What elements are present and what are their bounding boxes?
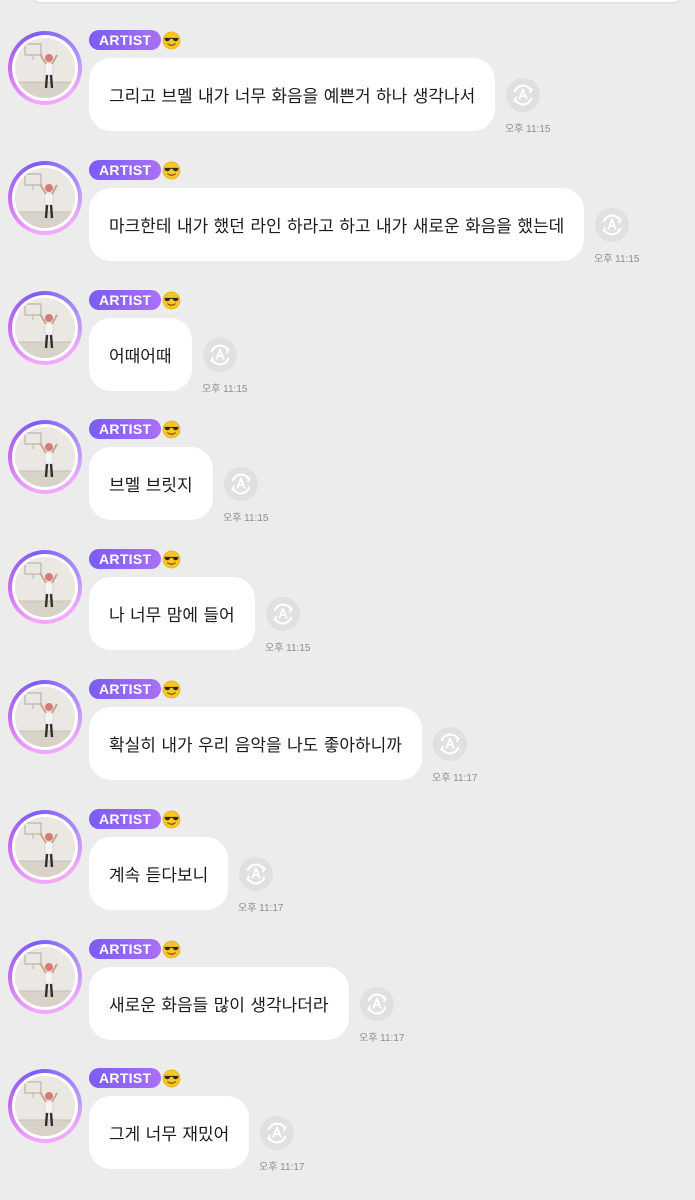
message-bubble: 마크한테 내가 했던 라인 하라고 하고 내가 새로운 화음을 했는데 — [89, 187, 585, 261]
message-text: 어때어때 — [109, 346, 172, 367]
artist-avatar[interactable] — [8, 31, 82, 105]
message-time: 오후 11:17 — [359, 1032, 405, 1044]
artist-avatar[interactable] — [8, 1069, 82, 1144]
message-text: 나 너무 맘에 들어 — [109, 606, 235, 627]
avatar-photo — [15, 816, 75, 877]
artist-badge: ARTIST — [89, 30, 162, 50]
translate-icon[interactable] — [594, 207, 630, 243]
message-bubble: 계속 듣다보니 — [89, 836, 229, 910]
artist-avatar[interactable] — [8, 160, 82, 235]
message-text: 계속 듣다보니 — [109, 865, 209, 886]
avatar-photo — [15, 557, 75, 618]
artist-avatar[interactable] — [8, 550, 82, 625]
message-time: 오후 11:17 — [238, 902, 284, 914]
artist-badge: ARTIST — [89, 419, 162, 440]
message-time: 오후 11:15 — [202, 383, 248, 395]
chat-message: ARTIST 확실히 내가 우리 음악을 나도 좋아하니까 오후 11:17 — [0, 679, 695, 799]
artist-badge: ARTIST — [89, 1068, 162, 1089]
translate-icon[interactable] — [505, 77, 541, 113]
sunglasses-emoji-icon — [162, 421, 181, 439]
chat-message: ARTIST 그리고 브멜 내가 너무 화음을 예쁜거 하나 생각나서 오후 1… — [0, 30, 695, 150]
artist-badge: ARTIST — [89, 679, 162, 699]
translate-icon[interactable] — [223, 466, 259, 502]
chat-message: ARTIST 계속 듣다보니 오후 11:17 — [0, 808, 695, 929]
avatar-photo — [15, 38, 75, 98]
message-time: 오후 11:15 — [594, 253, 640, 265]
message-time: 오후 11:15 — [265, 643, 311, 655]
message-text: 그리고 브멜 내가 너무 화음을 예쁜거 하나 생각나서 — [109, 87, 476, 107]
message-bubble: 새로운 화음들 많이 생각나더라 — [89, 966, 349, 1040]
artist-avatar[interactable] — [8, 290, 82, 365]
artist-avatar[interactable] — [8, 420, 82, 495]
avatar-photo — [15, 687, 75, 747]
avatar-photo — [15, 1076, 75, 1137]
sunglasses-emoji-icon — [162, 550, 181, 569]
message-bubble: 그리고 브멜 내가 너무 화음을 예쁜거 하나 생각나서 — [89, 58, 496, 131]
message-text: 확실히 내가 우리 음악을 나도 좋아하니까 — [109, 736, 402, 756]
sunglasses-emoji-icon — [162, 1070, 181, 1088]
message-bubble: 나 너무 맘에 들어 — [89, 577, 255, 651]
chat-message: ARTIST 나 너무 맘에 들어 오후 11:15 — [0, 549, 695, 669]
avatar-photo — [15, 167, 75, 228]
avatar-photo — [15, 946, 75, 1007]
chat-message: ARTIST 브멜 브릿지 오후 11:15 — [0, 419, 695, 539]
message-time: 오후 11:15 — [223, 513, 269, 525]
artist-avatar[interactable] — [8, 809, 82, 884]
artist-avatar[interactable] — [8, 939, 82, 1014]
avatar-photo — [15, 297, 75, 358]
message-time: 오후 11:15 — [505, 124, 551, 135]
translate-icon[interactable] — [432, 726, 468, 762]
artist-badge: ARTIST — [89, 159, 162, 180]
previous-message-card — [30, 0, 684, 2]
message-text: 브멜 브릿지 — [109, 476, 193, 497]
chat-message: ARTIST 그게 너무 재밌어 오후 11:17 — [0, 1068, 695, 1188]
translate-icon[interactable] — [359, 986, 395, 1022]
message-bubble: 그게 너무 재밌어 — [89, 1096, 250, 1170]
message-bubble: 어때어때 — [89, 317, 192, 391]
sunglasses-emoji-icon — [162, 31, 181, 50]
artist-badge: ARTIST — [89, 289, 162, 310]
message-time: 오후 11:17 — [259, 1162, 305, 1174]
avatar-photo — [15, 427, 75, 488]
message-text: 마크한테 내가 했던 라인 하라고 하고 내가 새로운 화음을 했는데 — [109, 216, 565, 237]
artist-badge: ARTIST — [89, 549, 162, 570]
artist-badge: ARTIST — [89, 808, 162, 829]
sunglasses-emoji-icon — [162, 161, 181, 180]
message-text: 그게 너무 재밌어 — [109, 1125, 230, 1146]
translate-icon[interactable] — [259, 1115, 295, 1151]
message-bubble: 브멜 브릿지 — [89, 447, 213, 521]
translate-icon[interactable] — [202, 337, 238, 373]
artist-avatar[interactable] — [8, 680, 82, 754]
chat-message: ARTIST 어때어때 오후 11:15 — [0, 289, 695, 410]
message-time: 오후 11:17 — [432, 773, 478, 784]
sunglasses-emoji-icon — [162, 810, 181, 829]
chat-message: ARTIST 새로운 화음들 많이 생각나더라 오후 11:17 — [0, 938, 695, 1059]
sunglasses-emoji-icon — [162, 680, 181, 699]
sunglasses-emoji-icon — [162, 940, 181, 958]
translate-icon[interactable] — [265, 596, 301, 632]
translate-icon[interactable] — [238, 856, 274, 892]
chat-message: ARTIST 마크한테 내가 했던 라인 하라고 하고 내가 새로운 화음을 했… — [0, 159, 695, 280]
sunglasses-emoji-icon — [162, 291, 181, 309]
message-bubble: 확실히 내가 우리 음악을 나도 좋아하니까 — [89, 707, 422, 780]
message-text: 새로운 화음들 많이 생각나더라 — [109, 995, 329, 1016]
artist-badge: ARTIST — [89, 938, 162, 959]
